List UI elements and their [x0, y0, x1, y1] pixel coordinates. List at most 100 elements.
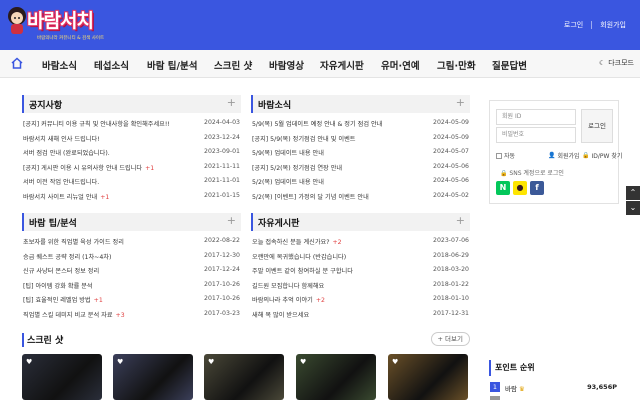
post-row[interactable]: 신규 사냥터 몬스터 정보 정리 2017-12-24: [22, 263, 241, 278]
post-row[interactable]: [공지] 5/9(목) 정기점검 안내 및 이벤트 2024-05-09: [251, 131, 470, 146]
login-button[interactable]: 로그인: [581, 109, 613, 143]
post-row[interactable]: 승급 퀘스트 공략 정리 (1차~4차) 2017-12-30: [22, 249, 241, 264]
password-input[interactable]: 비밀번호: [496, 127, 576, 143]
post-title[interactable]: 5/2(목) [이벤트] 가정의 달 기념 이벤트 안내: [252, 192, 369, 201]
scroll-top-button[interactable]: ⌃: [626, 186, 640, 200]
plus-icon[interactable]: +: [456, 96, 465, 109]
post-title[interactable]: 신규 사냥터 몬스터 정보 정리: [23, 266, 99, 275]
panel-title[interactable]: 공지사항: [29, 98, 62, 111]
id-input[interactable]: 회원 ID: [496, 109, 576, 125]
plus-icon[interactable]: +: [456, 214, 465, 227]
mascot-icon: [8, 7, 26, 34]
post-title[interactable]: 서버 점검 안내 (완료되었습니다).: [23, 148, 110, 157]
screenshot-thumbnail[interactable]: ♥: [296, 354, 376, 400]
post-title[interactable]: 바람서치 사이트 리뉴얼 안내 +1: [23, 192, 109, 201]
post-row[interactable]: 5/9(목) 5월 업데이트 예정 안내 & 정기 점검 안내 2024-05-0…: [251, 116, 470, 131]
header-links: 로그인 회원가입: [564, 20, 626, 30]
post-title[interactable]: [공지] 5/9(목) 정기점검 안내 및 이벤트: [252, 134, 355, 143]
post-row[interactable]: 새해 복 많이 받으세요 2017-12-31: [251, 307, 470, 322]
post-row[interactable]: [공지] 커뮤니티 이용 규칙 및 안내사항을 확인해주세요!! 2024-04-…: [22, 116, 241, 131]
post-title[interactable]: 바람서치 새해 인사 드립니다!: [23, 134, 100, 143]
logo-subtitle: 바람의나라 커뮤니티 & 검색 사이트: [37, 36, 105, 41]
post-row[interactable]: 초보자를 위한 직업별 육성 가이드 정리 2022-08-22: [22, 234, 241, 249]
home-icon[interactable]: [10, 56, 24, 70]
post-row[interactable]: 서버 점검 안내 (완료되었습니다). 2023-09-01: [22, 145, 241, 160]
post-title[interactable]: 새해 복 많이 받으세요: [252, 310, 309, 319]
plus-icon[interactable]: +: [227, 96, 236, 109]
free-board-panel: 자유게시판 + 오늘 접속하신 분들 계신가요? +2 2023-07-06 오랜만에…: [251, 213, 470, 322]
post-row[interactable]: 직업별 스킬 데미지 비교 분석 자료 +3 2017-03-23: [22, 307, 241, 322]
post-row[interactable]: 바람의나라 추억 이야기 +2 2018-01-10: [251, 292, 470, 307]
post-title[interactable]: 5/2(목) 업데이트 내용 안내: [252, 177, 324, 186]
screenshot-thumbnail[interactable]: ♥: [22, 354, 102, 400]
post-date: 2023-12-24: [204, 133, 240, 141]
post-title[interactable]: 직업별 스킬 데미지 비교 분석 자료 +3: [23, 310, 125, 319]
nav-item-humor[interactable]: 유머·연예: [381, 58, 420, 72]
post-row[interactable]: 바람서치 새해 인사 드립니다! 2023-12-24: [22, 131, 241, 146]
post-title[interactable]: 서버 이전 작업 안내드립니다.: [23, 177, 99, 186]
nav-item-free-board[interactable]: 자유게시판: [320, 58, 364, 72]
ranking-row[interactable]: [489, 396, 619, 400]
nav-item-qna[interactable]: 질문답변: [492, 58, 527, 72]
nav-item-art[interactable]: 그림·만화: [437, 58, 476, 72]
panel-title[interactable]: 자유게시판: [258, 216, 299, 229]
post-row[interactable]: [팁] 아이템 강화 확률 분석 2017-10-26: [22, 278, 241, 293]
nav-item-videos[interactable]: 바람영상: [269, 58, 304, 72]
post-title[interactable]: [공지] 5/2(목) 정기점검 연장 안내: [252, 163, 342, 172]
kakao-icon[interactable]: ●: [513, 181, 527, 195]
post-row[interactable]: 5/9(목) 업데이트 내용 안내 2024-05-07: [251, 145, 470, 160]
site-logo[interactable]: 바람서치 바람의나라 커뮤니티 & 검색 사이트: [5, 4, 105, 44]
section-title[interactable]: 스크린 샷: [27, 333, 63, 346]
post-title[interactable]: [공지] 게시판 이용 시 유의사항 안내 드립니다 +1: [23, 163, 154, 172]
post-date: 2017-10-26: [204, 295, 240, 303]
find-account-link[interactable]: 🔒 ID/PW 찾기: [582, 151, 622, 160]
signup-link[interactable]: 회원가입: [600, 20, 626, 30]
post-row[interactable]: [공지] 게시판 이용 시 유의사항 안내 드립니다 +1 2021-11-11: [22, 160, 241, 175]
post-date: 2017-12-24: [204, 266, 240, 274]
panel-title[interactable]: 바람소식: [258, 98, 291, 111]
post-title[interactable]: 길드원 모집합니다 함께해요: [252, 281, 324, 290]
post-title[interactable]: 오늘 접속하신 분들 계신가요? +2: [252, 237, 342, 246]
user-icon: 👤: [548, 152, 556, 159]
naver-icon[interactable]: N: [496, 181, 510, 195]
nav-item-screenshots[interactable]: 스크린 샷: [214, 58, 252, 72]
post-title[interactable]: [공지] 커뮤니티 이용 규칙 및 안내사항을 확인해주세요!!: [23, 119, 170, 128]
post-date: 2024-05-06: [433, 162, 469, 170]
post-row[interactable]: [팁] 효율적인 레벨업 방법 +1 2017-10-26: [22, 292, 241, 307]
nav-item-tips[interactable]: 바람 팁/분석: [147, 58, 197, 72]
post-title[interactable]: [팁] 효율적인 레벨업 방법 +1: [23, 295, 103, 304]
login-link[interactable]: 로그인: [564, 20, 583, 30]
auto-login-checkbox[interactable]: 자동: [496, 151, 515, 160]
screenshot-thumbnail[interactable]: ♥: [113, 354, 193, 400]
nav-item-news[interactable]: 바람소식: [42, 58, 77, 72]
ranking-row[interactable]: 1 바람 ♛ 93,656P: [489, 382, 619, 394]
post-row[interactable]: 주말 이벤트 같이 참여하실 분 구합니다 2018-03-20: [251, 263, 470, 278]
post-title[interactable]: 주말 이벤트 같이 참여하실 분 구합니다: [252, 266, 353, 275]
post-row[interactable]: 5/2(목) 업데이트 내용 안내 2024-05-06: [251, 174, 470, 189]
post-title[interactable]: 5/9(목) 업데이트 내용 안내: [252, 148, 324, 157]
post-title[interactable]: 오랜만에 복귀했습니다 (반갑습니다): [252, 252, 346, 261]
scroll-bottom-button[interactable]: ⌄: [626, 201, 640, 215]
post-row[interactable]: 길드원 모집합니다 함께해요 2018-01-22: [251, 278, 470, 293]
dark-mode-toggle[interactable]: ☾ 다크모드: [599, 58, 634, 68]
post-row[interactable]: [공지] 5/2(목) 정기점검 연장 안내 2024-05-06: [251, 160, 470, 175]
facebook-icon[interactable]: f: [530, 181, 544, 195]
post-row[interactable]: 바람서치 사이트 리뉴얼 안내 +1 2021-01-15: [22, 189, 241, 204]
plus-icon[interactable]: +: [227, 214, 236, 227]
nav-item-test-news[interactable]: 테섭소식: [94, 58, 129, 72]
more-button[interactable]: + 더보기: [430, 332, 470, 346]
post-row[interactable]: 서버 이전 작업 안내드립니다. 2021-11-01: [22, 174, 241, 189]
signup-link[interactable]: 👤 회원가입: [548, 151, 580, 160]
post-title[interactable]: 5/9(목) 5월 업데이트 예정 안내 & 정기 점검 안내: [252, 119, 382, 128]
post-title[interactable]: [팁] 아이템 강화 확률 분석: [23, 281, 93, 290]
post-title[interactable]: 바람의나라 추억 이야기 +2: [252, 295, 325, 304]
post-title[interactable]: 승급 퀘스트 공략 정리 (1차~4차): [23, 252, 111, 261]
post-date: 2017-12-31: [433, 309, 469, 317]
post-row[interactable]: 오랜만에 복귀했습니다 (반갑습니다) 2018-06-29: [251, 249, 470, 264]
panel-title[interactable]: 바람 팁/분석: [29, 216, 77, 229]
post-title[interactable]: 초보자를 위한 직업별 육성 가이드 정리: [23, 237, 124, 246]
post-row[interactable]: 5/2(목) [이벤트] 가정의 달 기념 이벤트 안내 2024-05-02: [251, 189, 470, 204]
post-row[interactable]: 오늘 접속하신 분들 계신가요? +2 2023-07-06: [251, 234, 470, 249]
screenshot-thumbnail[interactable]: ♥: [388, 354, 468, 400]
screenshot-thumbnail[interactable]: ♥: [204, 354, 284, 400]
